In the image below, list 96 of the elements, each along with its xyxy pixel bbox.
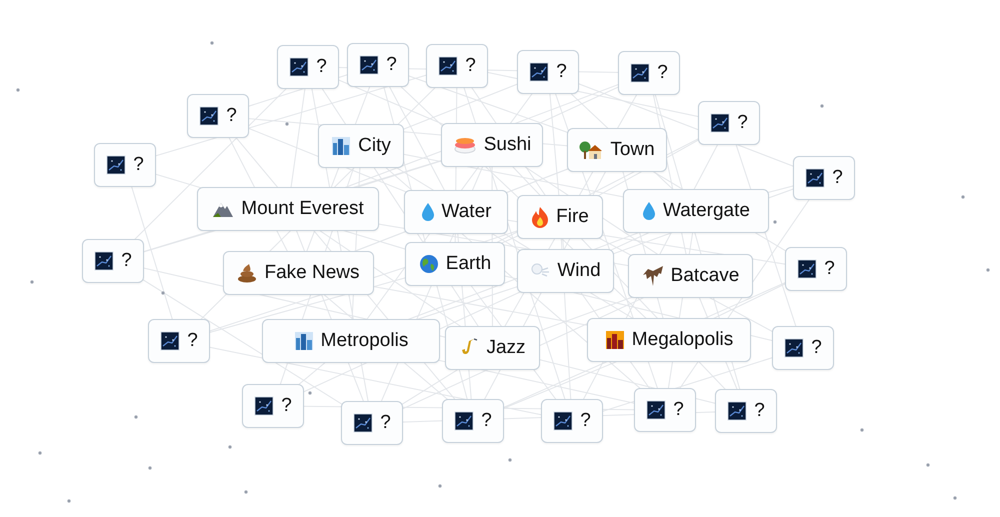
- element-chip[interactable]: ?: [347, 43, 409, 87]
- element-chip[interactable]: Megalopolis: [587, 318, 751, 362]
- house-tree-icon: [579, 140, 604, 160]
- element-label: ?: [754, 398, 765, 423]
- element-label: ?: [832, 166, 843, 190]
- element-label: ?: [657, 60, 668, 85]
- element-label: Earth: [446, 252, 492, 276]
- element-label: Watergate: [663, 198, 750, 223]
- element-chip[interactable]: Fake News: [223, 251, 374, 295]
- skyline-icon: [604, 330, 625, 350]
- element-label: City: [358, 134, 391, 158]
- element-label: ?: [824, 256, 835, 281]
- night-sky-icon: [106, 155, 126, 175]
- element-chip[interactable]: ?: [618, 51, 680, 95]
- night-sky-icon: [710, 113, 730, 133]
- night-sky-icon: [454, 411, 474, 431]
- bat-icon: [642, 265, 664, 287]
- night-sky-icon: [553, 411, 574, 431]
- city-buildings-icon: [294, 331, 314, 351]
- night-sky-icon: [630, 63, 650, 83]
- element-label: Wind: [557, 258, 601, 283]
- element-chip[interactable]: ?: [277, 45, 339, 89]
- water-drop-icon: [642, 201, 656, 221]
- night-sky-icon: [529, 62, 550, 82]
- element-label: ?: [121, 248, 132, 273]
- element-chip[interactable]: ?: [785, 247, 847, 291]
- element-chip[interactable]: City: [318, 124, 404, 168]
- poop-icon: [237, 263, 258, 283]
- night-sky-icon: [805, 168, 826, 188]
- night-sky-icon: [646, 400, 666, 420]
- element-chip[interactable]: ?: [148, 319, 210, 363]
- element-chip[interactable]: Earth: [405, 242, 505, 286]
- element-label: ?: [580, 408, 591, 433]
- element-label: ?: [386, 52, 397, 77]
- globe-icon: [418, 254, 439, 274]
- city-buildings-icon: [331, 136, 352, 156]
- sushi-icon: [452, 135, 477, 155]
- element-label: ?: [133, 152, 144, 177]
- night-sky-icon: [254, 396, 274, 416]
- element-chip[interactable]: ?: [442, 399, 504, 443]
- element-chip[interactable]: Town: [567, 128, 667, 172]
- night-sky-icon: [727, 401, 748, 421]
- element-label: Town: [610, 138, 655, 162]
- element-label: ?: [226, 104, 237, 128]
- night-sky-icon: [784, 338, 804, 358]
- night-sky-icon: [94, 251, 114, 271]
- element-label: ?: [811, 336, 822, 360]
- element-label: Sushi: [484, 132, 532, 157]
- element-chip[interactable]: Wind: [517, 249, 614, 293]
- element-label: Metropolis: [320, 328, 408, 353]
- night-sky-icon: [199, 106, 220, 126]
- element-chip[interactable]: ?: [772, 326, 834, 370]
- night-sky-icon: [438, 56, 458, 76]
- water-drop-icon: [420, 202, 435, 222]
- element-chip[interactable]: ?: [517, 50, 579, 94]
- element-chip[interactable]: ?: [82, 239, 144, 283]
- element-chip[interactable]: ?: [426, 44, 488, 88]
- element-label: ?: [556, 60, 567, 84]
- element-chip[interactable]: ?: [341, 401, 403, 445]
- element-chip[interactable]: ?: [187, 94, 249, 138]
- element-chip[interactable]: Fire: [517, 195, 603, 239]
- night-sky-icon: [289, 57, 310, 77]
- element-chip[interactable]: ?: [94, 143, 156, 187]
- element-label: Fake News: [264, 260, 360, 285]
- night-sky-icon: [797, 259, 818, 279]
- element-label: Fire: [556, 204, 589, 229]
- element-label: Jazz: [486, 336, 526, 360]
- night-sky-icon: [359, 55, 380, 75]
- element-label: Batcave: [670, 264, 740, 288]
- element-chip[interactable]: ?: [634, 388, 696, 432]
- element-chip[interactable]: Sushi: [441, 123, 543, 167]
- element-label: Mount Everest: [241, 196, 364, 221]
- element-label: ?: [481, 408, 492, 433]
- element-chip[interactable]: Jazz: [445, 326, 540, 370]
- element-chip[interactable]: Mount Everest: [197, 187, 379, 231]
- element-label: ?: [737, 110, 748, 135]
- element-label: ?: [465, 54, 476, 78]
- element-chip[interactable]: ?: [698, 101, 760, 145]
- element-chip[interactable]: Metropolis: [262, 319, 440, 363]
- night-sky-icon: [160, 331, 180, 351]
- element-label: Megalopolis: [632, 328, 734, 352]
- element-chip[interactable]: Watergate: [623, 189, 769, 233]
- element-chip[interactable]: Batcave: [628, 254, 753, 298]
- flame-icon: [531, 206, 550, 228]
- element-chip[interactable]: ?: [541, 399, 603, 443]
- element-label: Water: [442, 200, 492, 224]
- element-label: ?: [281, 394, 292, 418]
- element-chip[interactable]: ?: [715, 389, 777, 433]
- element-label: ?: [316, 54, 327, 79]
- element-chip[interactable]: ?: [242, 384, 304, 428]
- element-label: ?: [673, 398, 684, 422]
- night-sky-icon: [353, 413, 374, 433]
- element-chip[interactable]: Water: [404, 190, 508, 234]
- element-chip[interactable]: ?: [793, 156, 855, 200]
- element-label: ?: [380, 410, 391, 435]
- element-label: ?: [187, 328, 198, 353]
